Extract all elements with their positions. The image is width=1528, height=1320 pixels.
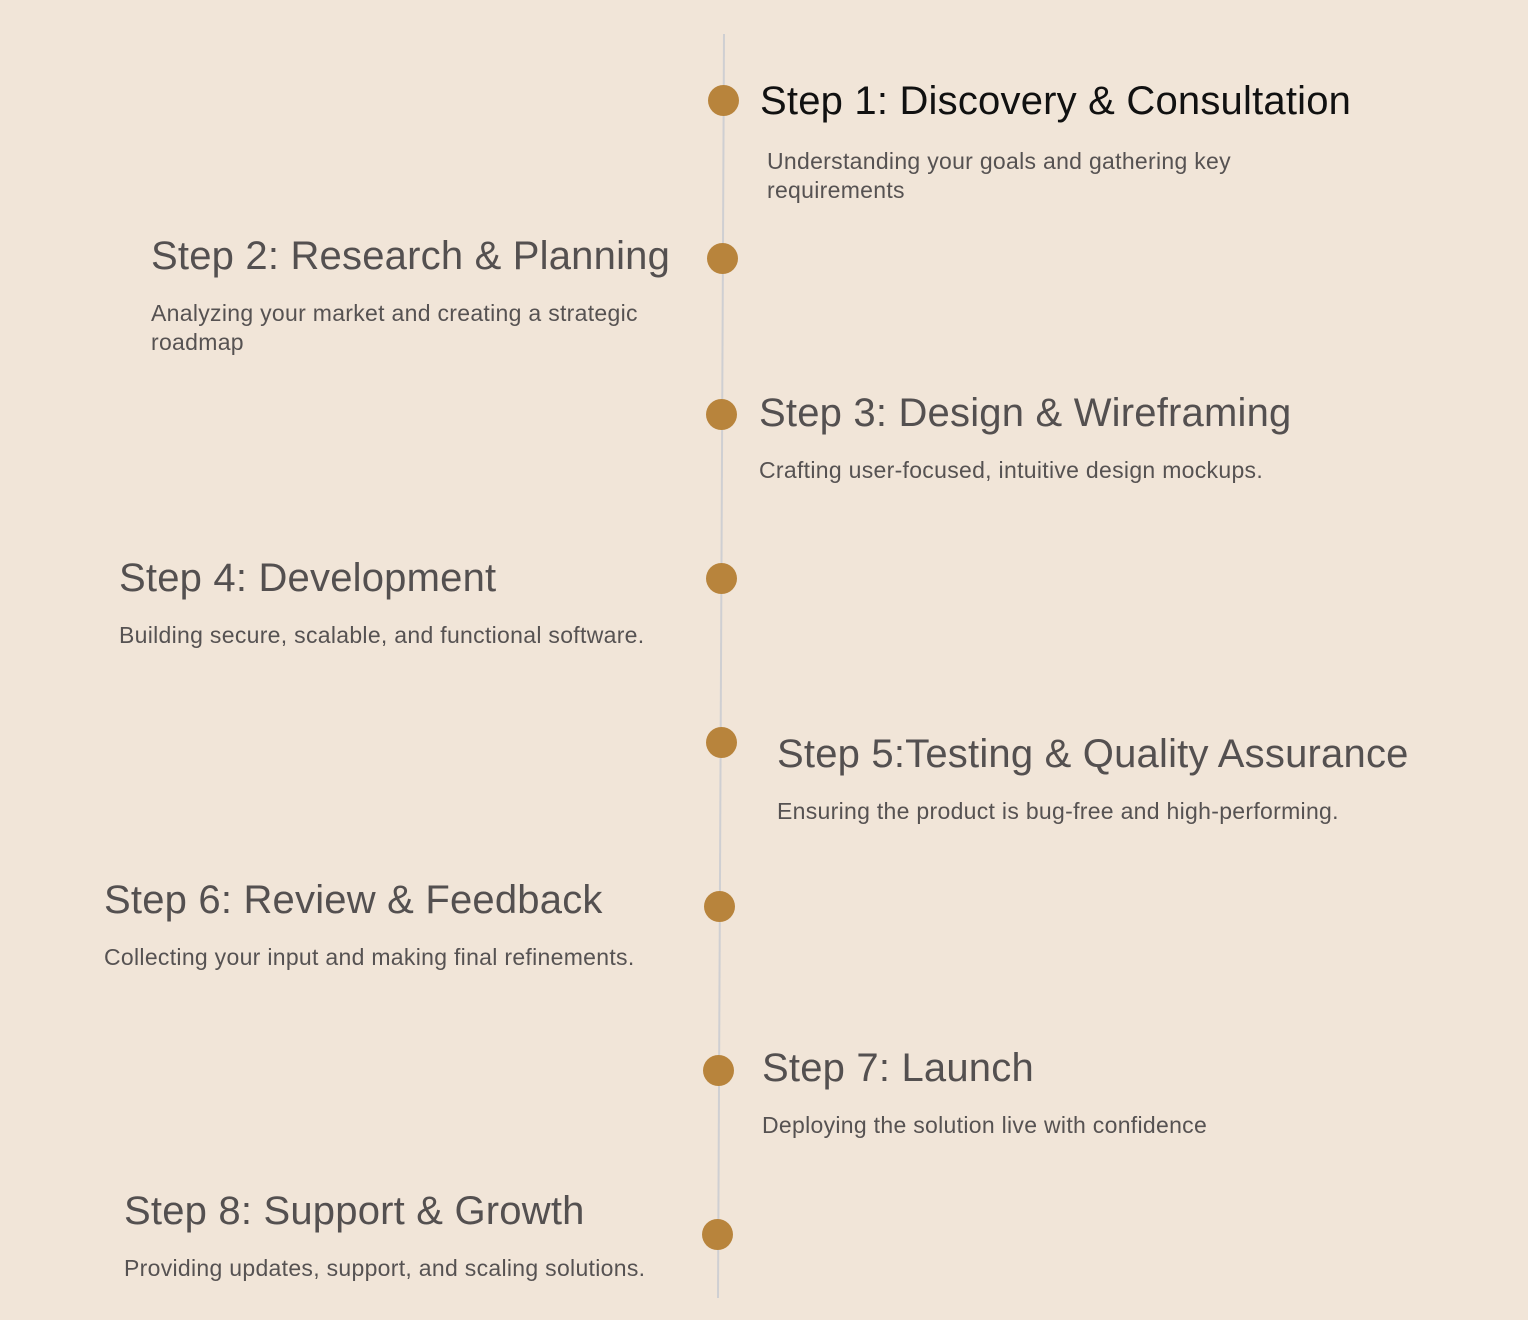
timeline-dot-step-7: [703, 1055, 734, 1086]
step-4-description: Building secure, scalable, and functiona…: [119, 622, 645, 648]
timeline-dot-step-4: [706, 563, 737, 594]
step-6-description: Collecting your input and making final r…: [104, 944, 635, 970]
step-2: Step 2: Research & Planning Analyzing yo…: [151, 232, 691, 357]
step-4-title: Step 4: Development: [119, 556, 497, 600]
step-2-description: Analyzing your market and creating a str…: [151, 300, 638, 355]
step-8: Step 8: Support & Growth Providing updat…: [124, 1187, 645, 1283]
step-1-title: Step 1: Discovery & Consultation: [760, 79, 1352, 123]
step-3-title: Step 3: Design & Wireframing: [759, 391, 1292, 435]
step-7-title: Step 7: Launch: [762, 1046, 1034, 1090]
step-3: Step 3: Design & Wireframing Crafting us…: [759, 389, 1291, 485]
step-1-description: Understanding your goals and gathering k…: [767, 148, 1231, 203]
step-8-description: Providing updates, support, and scaling …: [124, 1255, 646, 1281]
step-7: Step 7: Launch Deploying the solution li…: [762, 1044, 1207, 1140]
timeline-dot-step-6: [704, 891, 735, 922]
timeline-dot-step-8: [702, 1219, 733, 1250]
step-3-description: Crafting user-focused, intuitive design …: [759, 457, 1264, 483]
step-5: Step 5:Testing & Quality Assurance Ensur…: [777, 730, 1409, 826]
step-1: Step 1: Discovery & Consultation Underst…: [760, 77, 1351, 205]
timeline-dot-step-1: [708, 85, 739, 116]
step-4: Step 4: Development Building secure, sca…: [119, 554, 644, 650]
step-7-description: Deploying the solution live with confide…: [762, 1112, 1208, 1138]
step-8-title: Step 8: Support & Growth: [124, 1189, 585, 1233]
timeline-dot-step-3: [706, 399, 737, 430]
step-6-title: Step 6: Review & Feedback: [104, 878, 603, 922]
timeline-dot-step-5: [706, 727, 737, 758]
step-5-description: Ensuring the product is bug-free and hig…: [777, 798, 1339, 824]
step-2-title: Step 2: Research & Planning: [151, 234, 671, 278]
step-6: Step 6: Review & Feedback Collecting you…: [104, 876, 635, 972]
step-5-title: Step 5:Testing & Quality Assurance: [777, 732, 1409, 776]
timeline-dot-step-2: [707, 243, 738, 274]
